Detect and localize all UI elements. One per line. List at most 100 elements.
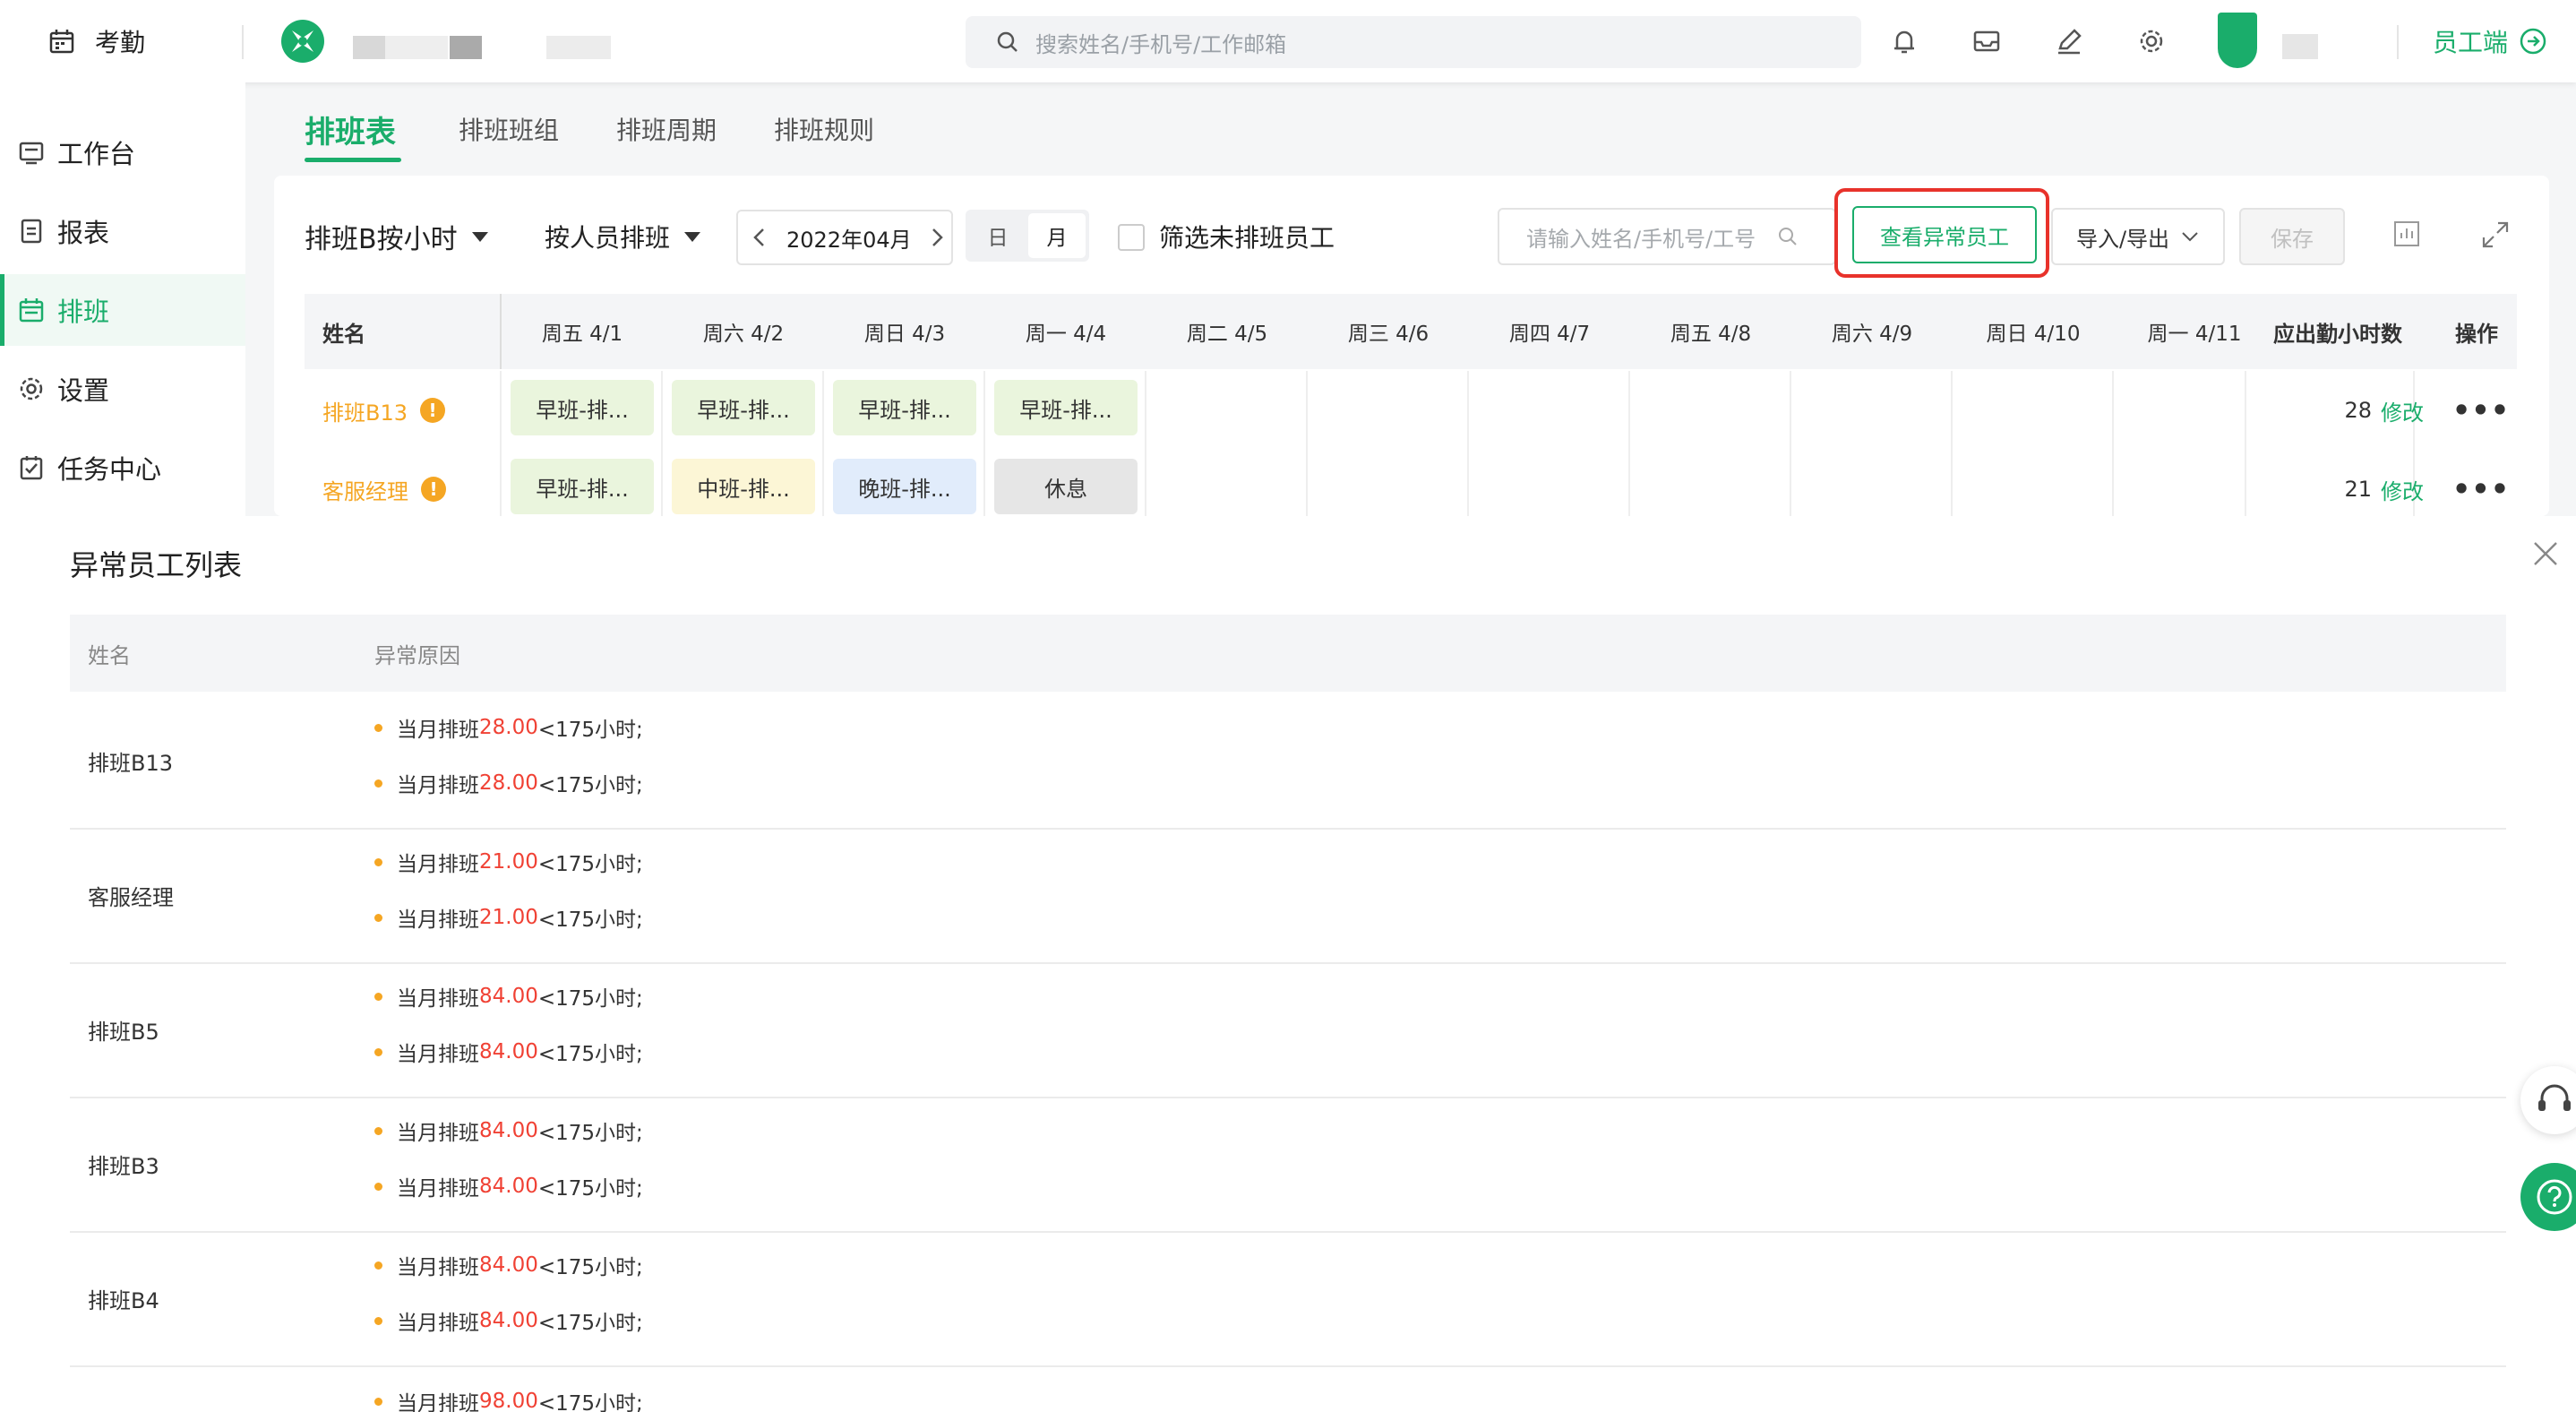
chevron-left-icon[interactable] [751,227,769,248]
hours-value: 28 [2344,398,2372,423]
divider [1790,450,1791,516]
more-icon[interactable]: ••• [2445,371,2517,450]
chart-icon[interactable] [2391,219,2422,249]
tab-schedule-group[interactable]: 排班班组 [459,111,559,147]
fullscreen-icon[interactable] [2479,219,2512,251]
view-day-button[interactable]: 日 [969,213,1026,258]
sidebar-item-label: 任务中心 [57,454,162,485]
bullet-icon [374,1316,382,1325]
tab-schedule-cycle[interactable]: 排班周期 [616,111,717,147]
reason-item: 当月排班 21.00 <175小时; [374,844,643,880]
reason-value: 98.00 [479,1390,538,1412]
sidebar-item-settings[interactable]: 设置 [0,353,245,425]
edit-icon[interactable] [2053,25,2085,57]
col-day: 周一 4/11 [2147,323,2242,346]
divider [822,371,824,450]
shift-chip[interactable]: 早班-排... [833,380,976,435]
active-tab-indicator [305,158,401,162]
reason-prefix: 当月排班 [397,719,479,742]
help-button[interactable] [2520,1163,2576,1231]
divider [1790,371,1791,450]
col-reason: 异常原因 [374,642,460,668]
edit-hours-link[interactable]: 修改 [2381,474,2424,505]
employee-name[interactable]: 排班B13! [322,371,446,450]
divider [1628,371,1630,450]
employee-name: 排班B13 [88,750,174,776]
col-day: 周日 4/10 [1986,323,2081,346]
abnormal-table-header: 姓名 异常原因 [70,615,2506,692]
question-icon [2537,1179,2572,1215]
filter-unscheduled-label[interactable]: 筛选未排班员工 [1159,219,1335,254]
close-icon[interactable] [2528,536,2563,572]
reason-value: 28.00 [479,716,538,739]
bullet-icon [374,723,382,732]
headset-icon [2538,1084,2571,1111]
group-select[interactable]: 排班B按小时 [305,219,488,255]
reason-item: 当月排班 28.00 <175小时; [374,765,643,801]
calendar-icon [19,298,44,323]
employee-name: 排班B4 [88,1287,159,1313]
edit-hours-link[interactable]: 修改 [2381,395,2424,426]
sidebar-item-schedule[interactable]: 排班 [0,274,245,346]
view-month-button[interactable]: 月 [1028,213,1086,258]
schedule-table-header: 姓名 周五 4/1 周六 4/2 周日 4/3 周一 4/4 周二 4/5 周三… [305,294,2517,369]
reason-item: 当月排班 84.00 <175小时; [374,1303,643,1339]
col-day: 周五 4/1 [541,323,623,346]
col-name: 姓名 [322,321,365,347]
col-day: 周三 4/6 [1347,323,1430,346]
import-export-button[interactable]: 导入/导出 [2051,208,2225,265]
app-title: 考勤 [95,28,146,57]
reason-value: 21.00 [479,850,538,874]
sidebar-item-report[interactable]: 报表 [0,195,245,267]
month-value[interactable]: 2022年04月 [786,222,912,254]
arrow-right-circle-icon [2520,28,2546,55]
sidebar: 工作台 报表 排班 设置 任务中心 [0,82,245,516]
reason-prefix: 当月排班 [397,1122,479,1145]
mode-select[interactable]: 按人员排班 [545,219,701,254]
shift-chip[interactable]: 晚班-排... [833,459,976,514]
sidebar-item-label: 工作台 [57,139,136,169]
shift-chip[interactable]: 中班-排... [672,459,815,514]
divider [1145,450,1146,516]
divider [1467,450,1469,516]
shift-chip[interactable]: 早班-排... [672,380,815,435]
inbox-icon[interactable] [1971,25,2003,57]
staff-search-input[interactable]: 请输入姓名/手机号/工号 [1498,208,1836,265]
divider [661,371,663,450]
sidebar-item-dashboard[interactable]: 工作台 [0,116,245,188]
table-row: 排班B5 当月排班 84.00 <175小时; 当月排班 84.00 <175小时; [70,962,2506,1098]
view-abnormal-button[interactable]: 查看异常员工 [1852,206,2037,263]
reason-item: 当月排班 84.00 <175小时; [374,1247,643,1283]
sidebar-item-task-center[interactable]: 任务中心 [0,432,245,504]
col-day: 周六 4/2 [702,323,785,346]
reason-item: 当月排班 84.00 <175小时; [374,1168,643,1204]
shift-chip[interactable]: 早班-排... [511,459,654,514]
shift-chip[interactable]: 早班-排... [511,380,654,435]
chevron-right-icon[interactable] [928,227,946,248]
customer-service-button[interactable] [2520,1066,2576,1134]
drawer-title: 异常员工列表 [70,548,243,582]
gear-icon[interactable] [2135,25,2168,57]
employee-name: 客服经理 [88,884,174,910]
filter-unscheduled-checkbox[interactable] [1118,224,1145,251]
divider [2112,450,2114,516]
tab-schedule-rules[interactable]: 排班规则 [774,111,874,147]
shift-chip[interactable]: 早班-排... [994,380,1138,435]
col-hours: 应出勤小时数 [2273,321,2402,347]
reason-suffix: <175小时; [537,1043,643,1066]
reason-value: 21.00 [479,906,538,929]
abnormal-employee-drawer: 异常员工列表 姓名 异常原因 排班B13 当月排班 28.00 <175小时; 当月… [0,516,2576,1412]
app-title-block[interactable]: 考勤 [48,22,145,61]
avatar[interactable] [2218,13,2257,68]
save-button[interactable]: 保存 [2239,208,2345,265]
bell-icon[interactable] [1888,25,1920,57]
employee-switch-label: 员工端 [2433,28,2509,57]
sidebar-item-label: 排班 [57,297,110,327]
employee-switch-link[interactable]: 员工端 [2433,23,2547,59]
shift-chip[interactable]: 休息 [994,459,1138,514]
reason-prefix: 当月排班 [397,1312,479,1335]
tab-schedule-table[interactable]: 排班表 [305,108,396,151]
global-search-input[interactable]: 搜索姓名/手机号/工作邮箱 [966,16,1861,68]
reason-prefix: 当月排班 [397,1392,479,1412]
col-day: 周六 4/9 [1831,323,1913,346]
